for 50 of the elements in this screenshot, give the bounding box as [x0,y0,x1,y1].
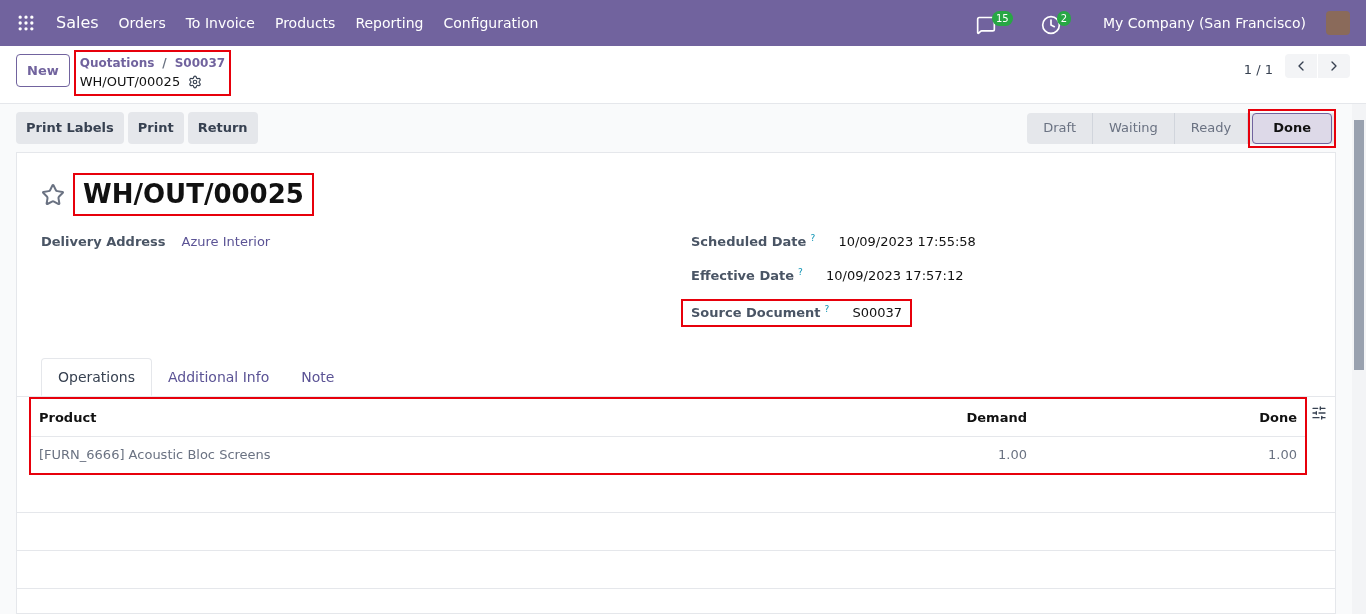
breadcrumb-separator: / [162,55,167,72]
pager-value: 1 / 1 [1243,61,1273,79]
count-badge: 2 [1056,11,1072,26]
field-label: Delivery Address [41,233,166,251]
table-cell-text: [FURN_6666] Acoustic Bloc Screens [38,446,272,465]
help-tooltip[interactable]: ? [798,265,827,279]
record-name: WH/OUT/00025 [79,73,181,91]
new-button[interactable]: New [16,54,70,87]
help-tooltip[interactable]: ? [824,303,853,317]
scrollbar[interactable] [1352,104,1366,614]
nav-menu-item[interactable]: Reporting [355,12,424,34]
status-step[interactable]: Waiting [1093,112,1175,144]
company-switcher[interactable]: My Company (San Francisco) [1103,12,1306,34]
form-tab[interactable]: Note [285,358,351,396]
nav-menu-item[interactable]: Configuration [443,12,539,34]
nav-menu-item[interactable]: To Invoice [185,12,255,34]
table-cell-text: 1.00 [997,446,1028,465]
field-label: Scheduled Date [691,233,807,251]
status-step[interactable]: Ready [1174,112,1249,144]
optional-columns-icon[interactable] [1311,405,1327,421]
count-badge: 15 [991,11,1013,26]
action-button[interactable]: Return [187,112,258,144]
status-step[interactable]: Draft [1027,112,1094,144]
column-header[interactable]: Done [1035,407,1305,428]
action-button[interactable]: Print Labels [16,112,124,144]
nav-menu-item[interactable]: Products [274,12,336,34]
settings-icon[interactable] [188,74,203,89]
breadcrumb-link[interactable]: S00037 [174,54,226,72]
table-cell-text: 1.00 [1267,446,1298,465]
record-title: WH/OUT/00025 [83,179,304,209]
field-value: S00037 [852,304,903,322]
favorite-star-icon[interactable] [41,182,65,207]
field-value: 10/09/2023 17:55:58 [838,233,976,251]
status-step[interactable]: Done [1252,112,1332,144]
column-header[interactable]: Demand [835,407,1035,428]
field-label: Source Document [691,304,821,322]
messages-icon[interactable] [975,15,996,35]
field-value[interactable]: Azure Interior [181,232,271,252]
field-label: Effective Date [691,266,795,285]
breadcrumb-link[interactable]: Quotations [79,54,155,72]
apps-menu-icon[interactable] [16,13,36,33]
activities-icon[interactable] [1040,15,1061,35]
nav-menu-item[interactable]: Orders [118,12,166,34]
help-tooltip[interactable]: ? [810,232,839,246]
form-tab[interactable]: Additional Info [151,358,286,396]
field-value: 10/09/2023 17:57:12 [826,266,964,285]
app-name[interactable]: Sales [56,11,99,35]
column-header[interactable]: Product [31,407,835,428]
form-tab[interactable]: Operations [41,358,152,396]
action-button[interactable]: Print [127,112,184,144]
